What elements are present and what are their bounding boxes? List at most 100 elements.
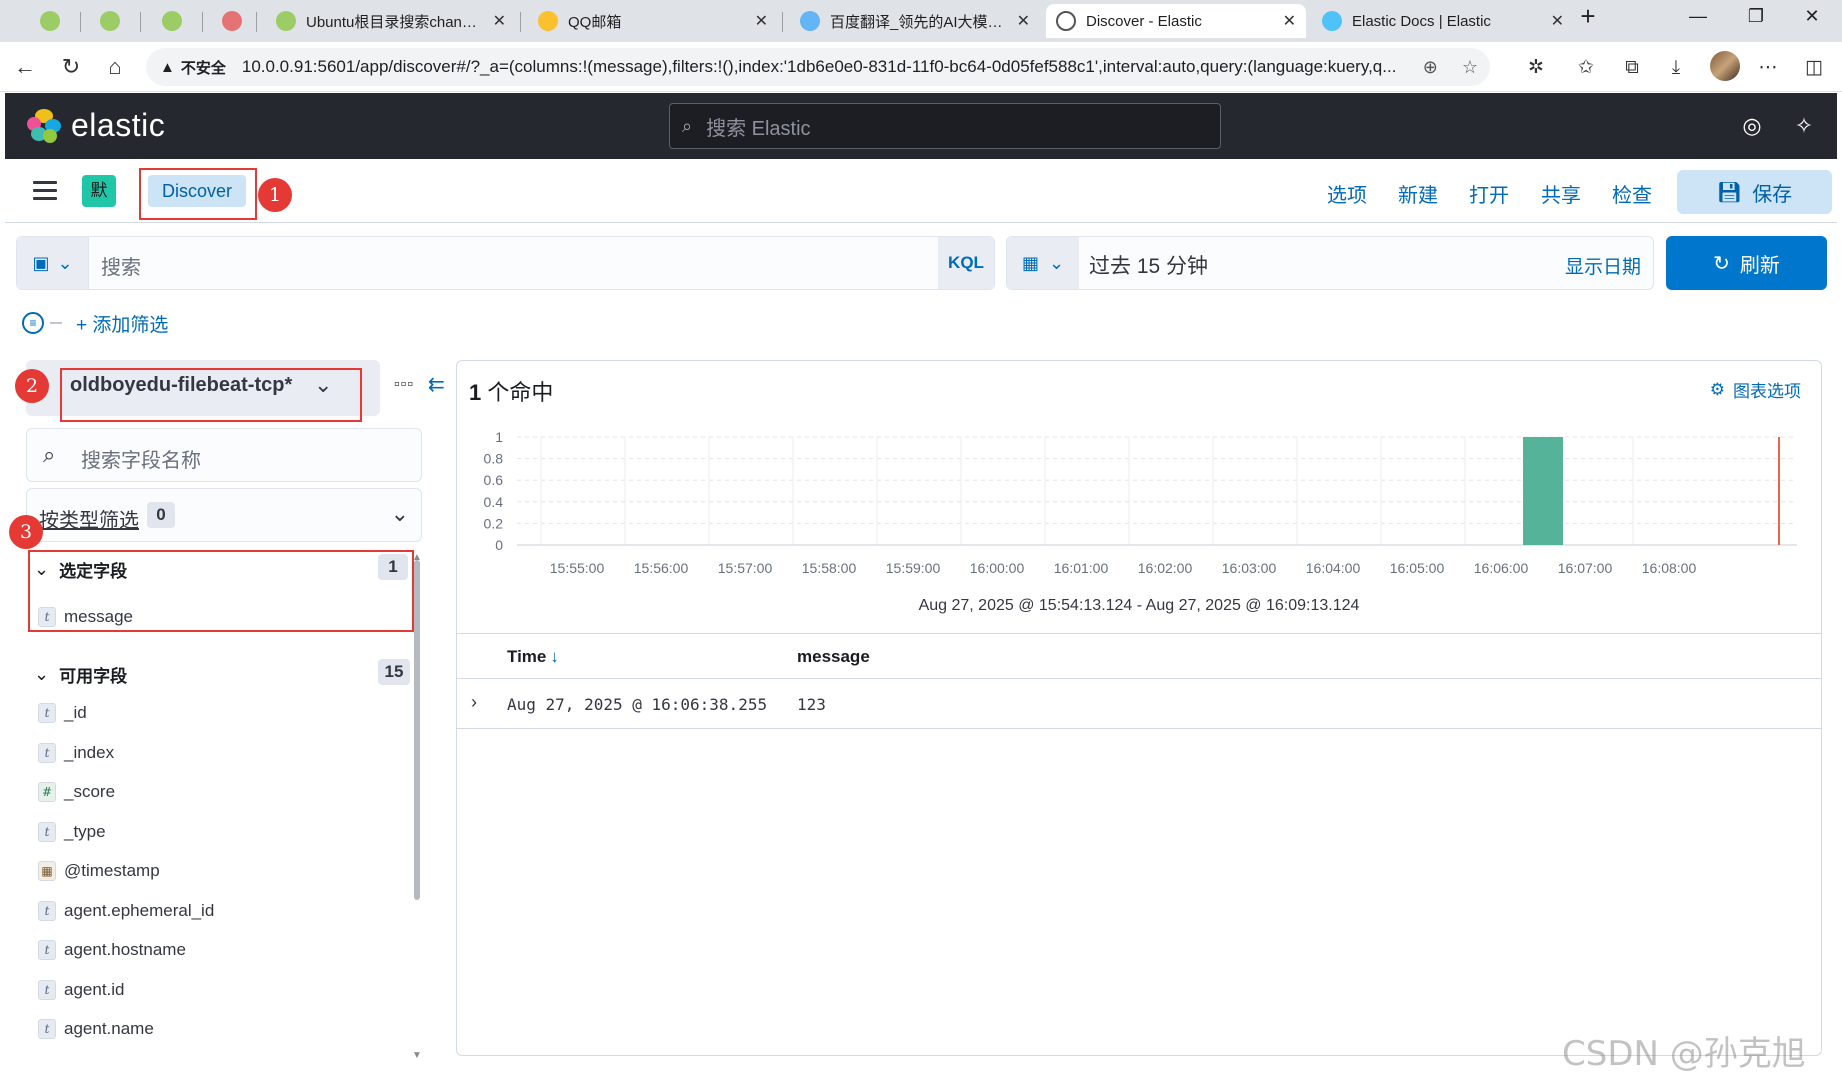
x-tick-label: 16:05:00 (1390, 560, 1445, 576)
new-tab-icon[interactable]: + (1568, 1, 1608, 32)
save-button[interactable]: 💾︎ 保存 (1677, 170, 1832, 214)
field-item[interactable]: # _score (38, 779, 115, 805)
quick-time-button[interactable]: ▦ ⌄ (1007, 237, 1079, 289)
time-range-label: Aug 27, 2025 @ 15:54:13.124 - Aug 27, 20… (918, 597, 1360, 614)
time-range-text[interactable]: 过去 15 分钟 (1089, 250, 1208, 280)
kql-toggle[interactable]: KQL (938, 237, 994, 289)
favorites-icon[interactable]: ✩ (1572, 54, 1600, 82)
browser-tab[interactable] (30, 4, 76, 38)
space-avatar[interactable]: 默 (82, 175, 116, 207)
minimize-icon[interactable]: — (1678, 6, 1718, 27)
tab-favicon-icon (162, 11, 182, 31)
elastic-logo-icon[interactable] (27, 109, 61, 143)
collections-icon[interactable]: ⧉ (1618, 54, 1646, 82)
browser-tab[interactable]: Ubuntu根目录搜索change.s ✕ (266, 4, 516, 38)
field-item[interactable]: t agent.name (38, 1016, 154, 1042)
number-field-icon: # (38, 782, 56, 802)
close-tab-icon[interactable]: ✕ (1551, 11, 1564, 31)
histogram-chart[interactable]: 0 0.2 0.4 0.6 0.8 1 15:55:00 15:56:00 15:57:00 15… (457, 427, 1821, 597)
string-field-icon: t (38, 900, 56, 921)
divider (50, 322, 62, 324)
field-search-input[interactable]: ⌕ 搜索字段名称 (26, 428, 422, 482)
global-search-input[interactable]: ⌕ 搜索 Elastic (669, 103, 1221, 149)
zoom-icon[interactable]: ⊕ (1423, 57, 1438, 78)
close-tab-icon[interactable]: ✕ (1017, 11, 1030, 31)
tab-title: Ubuntu根目录搜索change.s (306, 13, 485, 31)
nav-share[interactable]: 共享 (1541, 179, 1581, 208)
chart-options-label: 图表选项 (1733, 382, 1801, 401)
more-options-icon[interactable]: ▫▫▫ (394, 376, 414, 394)
reload-icon[interactable]: ↻ (56, 52, 86, 82)
browser-tab[interactable] (212, 4, 252, 38)
annotation-marker-3: 3 (9, 515, 43, 549)
scroll-down-arrow[interactable]: ▼ (412, 1050, 422, 1061)
x-tick-label: 16:07:00 (1558, 560, 1613, 576)
warning-icon: ▲ (160, 58, 175, 76)
close-tab-icon[interactable]: ✕ (755, 11, 768, 31)
address-bar[interactable]: ▲ 不安全 10.0.0.91:5601/app/discover#/?_a=(… (146, 48, 1490, 86)
refresh-button[interactable]: ↻ 刷新 (1666, 236, 1827, 290)
y-tick-label: 0 (495, 537, 503, 553)
type-filter-count: 0 (147, 502, 175, 528)
field-search-placeholder: 搜索字段名称 (81, 450, 201, 472)
close-tab-icon[interactable]: ✕ (493, 11, 506, 31)
help-icon[interactable]: ◎ (1737, 111, 1767, 141)
elastic-brand[interactable]: elastic (71, 107, 165, 144)
collapse-sidebar-icon[interactable]: ⇇ (428, 372, 445, 397)
saved-query-button[interactable]: ▣ ⌄ (17, 237, 89, 289)
column-time[interactable]: Time ↓ (507, 647, 559, 667)
x-tick-label: 15:55:00 (550, 560, 605, 576)
annotation-box-2 (60, 368, 362, 422)
add-filter-button[interactable]: + 添加筛选 (76, 310, 168, 337)
type-filter-button[interactable]: 按类型筛选 0 ⌄ (26, 488, 422, 542)
show-dates-link[interactable]: 显示日期 (1565, 252, 1641, 279)
home-icon[interactable]: ⌂ (100, 52, 130, 82)
string-field-icon: t (38, 979, 56, 1000)
query-input[interactable]: 搜索 (101, 251, 141, 280)
field-item[interactable]: ▦ @timestamp (38, 858, 160, 884)
browser-tab[interactable]: Discover - Elastic ✕ (1046, 4, 1306, 38)
browser-tab[interactable] (90, 4, 136, 38)
nav-open[interactable]: 打开 (1469, 179, 1509, 208)
download-icon[interactable]: ⤓ (1662, 54, 1690, 82)
browser-tab[interactable]: 百度翻译_领先的AI大模型翻 ✕ (790, 4, 1040, 38)
browser-tab[interactable]: Elastic Docs | Elastic ✕ (1312, 4, 1574, 38)
tab-favicon-icon (800, 11, 820, 31)
field-item[interactable]: t agent.hostname (38, 937, 186, 963)
star-icon[interactable]: ☆ (1462, 57, 1478, 78)
column-message[interactable]: message (797, 647, 870, 667)
chart-options-button[interactable]: ⚙ 图表选项 (1710, 377, 1801, 402)
extensions-icon[interactable]: ✲ (1522, 54, 1550, 82)
field-item[interactable]: t agent.ephemeral_id (38, 898, 214, 924)
sort-down-icon[interactable]: ↓ (550, 647, 559, 666)
available-fields-header[interactable]: ⌄ 可用字段 (34, 662, 127, 687)
close-window-icon[interactable]: ✕ (1792, 6, 1832, 27)
field-item[interactable]: t agent.id (38, 977, 125, 1003)
sidebar-toggle-icon[interactable]: ◫ (1800, 54, 1828, 82)
browser-tab[interactable]: QQ邮箱 ✕ (528, 4, 778, 38)
browser-tab[interactable] (152, 4, 198, 38)
expand-row-icon[interactable]: › (471, 692, 477, 713)
field-item[interactable]: t _type (38, 819, 106, 845)
x-tick-label: 16:01:00 (1054, 560, 1109, 576)
results-panel: 1 个命中 ⚙ 图表选项 0 0.2 0.4 0.6 0.8 1 15:55:00 15:56… (456, 360, 1822, 1056)
profile-avatar[interactable] (1710, 51, 1740, 81)
more-icon[interactable]: ⋯ (1754, 54, 1782, 82)
close-tab-icon[interactable]: ✕ (1283, 11, 1296, 31)
x-tick-label: 15:57:00 (718, 560, 773, 576)
restore-icon[interactable]: ❐ (1736, 6, 1776, 27)
field-item[interactable]: t _id (38, 700, 87, 726)
field-item[interactable]: t _index (38, 740, 114, 766)
news-feed-icon[interactable]: ✧ (1789, 111, 1819, 141)
nav-inspect[interactable]: 检查 (1612, 179, 1652, 208)
nav-options[interactable]: 选项 (1327, 179, 1367, 208)
table-row[interactable]: › Aug 27, 2025 @ 16:06:38.255 123 (457, 679, 1821, 729)
nav-new[interactable]: 新建 (1398, 179, 1438, 208)
back-icon[interactable]: ← (10, 52, 40, 82)
menu-icon[interactable] (33, 181, 57, 200)
sidebar-scrollbar[interactable] (414, 560, 420, 900)
field-name: _score (64, 782, 116, 801)
tab-separator (140, 12, 141, 32)
filter-options-icon[interactable]: ≡ (22, 312, 44, 334)
tab-title: 百度翻译_领先的AI大模型翻 (830, 13, 1009, 31)
